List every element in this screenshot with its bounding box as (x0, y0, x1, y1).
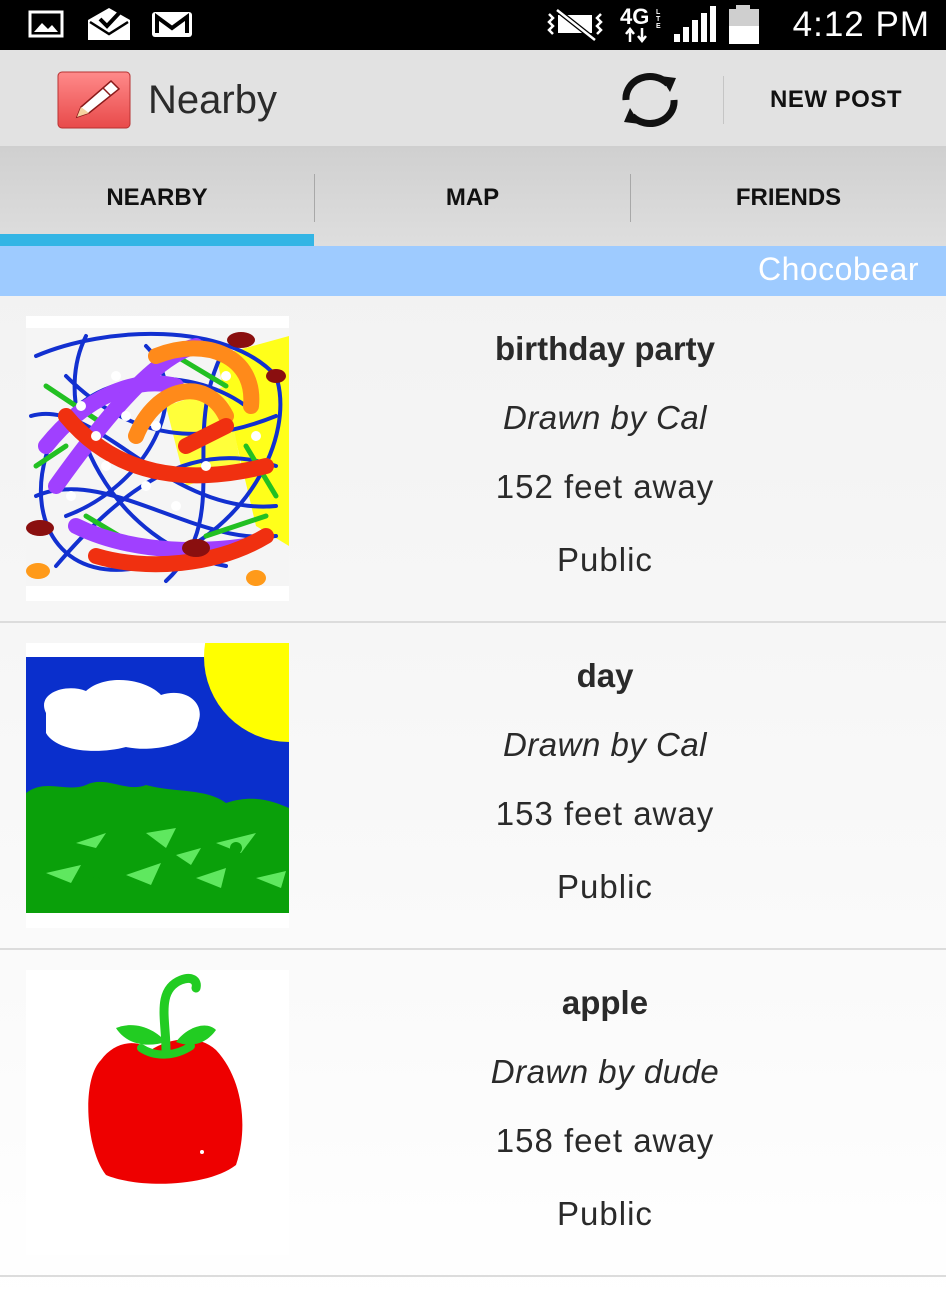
tab-map[interactable]: MAP (315, 148, 630, 246)
list-item[interactable]: apple Drawn by dude 158 feet away Public (0, 950, 946, 1277)
selected-tab-indicator (0, 234, 314, 246)
post-title: day (576, 657, 634, 694)
svg-text:T: T (656, 16, 661, 23)
post-distance: 153 feet away (495, 795, 715, 832)
post-thumbnail-scribble (26, 316, 289, 601)
gallery-notification-icon (28, 9, 64, 39)
user-banner: Chocobear (0, 246, 946, 296)
status-bar: 4G L T E 4:12 PM (0, 0, 946, 50)
post-author: Drawn by Cal (502, 726, 708, 763)
post-author: Drawn by dude (490, 1053, 720, 1090)
post-title: birthday party (494, 330, 716, 367)
post-title: apple (561, 984, 649, 1021)
post-visibility: Public (557, 1195, 653, 1232)
refresh-icon[interactable] (612, 70, 688, 130)
tab-bar: NEARBY MAP FRIENDS (0, 148, 946, 247)
post-distance: 158 feet away (495, 1122, 715, 1159)
svg-text:L: L (656, 9, 661, 16)
post-visibility: Public (557, 541, 653, 578)
action-bar: Nearby NEW POST (0, 50, 946, 148)
signal-icon (672, 0, 718, 50)
list-divider (0, 1275, 946, 1277)
list-item[interactable]: day Drawn by Cal 153 feet away Public (0, 623, 946, 950)
screen: 4G L T E 4:12 PM Nearby NEW POST NEARBY … (0, 0, 946, 1304)
4g-lte-icon: 4G L T E (618, 0, 670, 50)
tab-friends[interactable]: FRIENDS (631, 148, 946, 246)
action-bar-divider (723, 76, 724, 124)
new-post-button[interactable]: NEW POST (740, 50, 932, 150)
mail-checked-icon (85, 6, 133, 42)
post-thumbnail-day (26, 643, 289, 928)
page-title: Nearby (148, 78, 277, 122)
post-list[interactable]: birthday party Drawn by Cal 152 feet awa… (0, 296, 946, 1277)
clock: 4:12 PM (792, 5, 930, 44)
username-label: Chocobear (757, 251, 919, 287)
post-author: Drawn by Cal (502, 399, 708, 436)
post-visibility: Public (557, 868, 653, 905)
svg-text:E: E (656, 23, 661, 30)
battery-icon (726, 0, 762, 50)
vibrate-icon (545, 0, 609, 50)
tab-nearby[interactable]: NEARBY (0, 148, 314, 246)
list-item[interactable]: birthday party Drawn by Cal 152 feet awa… (0, 296, 946, 623)
gmail-icon (150, 9, 194, 39)
post-distance: 152 feet away (495, 468, 715, 505)
svg-text:4G: 4G (620, 4, 649, 29)
post-thumbnail-apple (26, 970, 289, 1255)
pencil-icon[interactable] (57, 71, 131, 129)
